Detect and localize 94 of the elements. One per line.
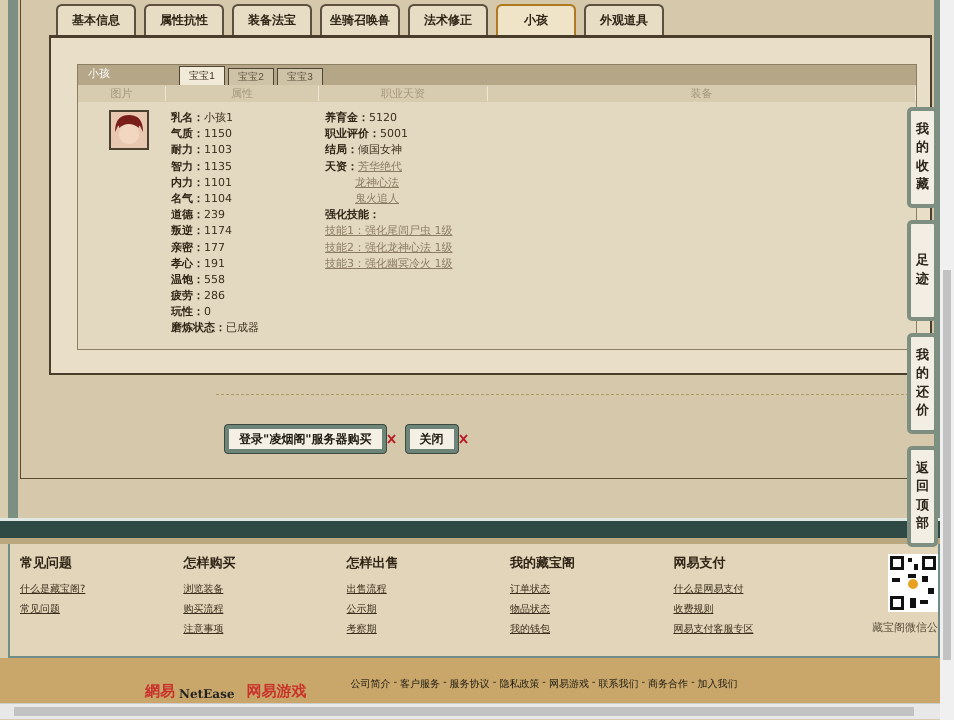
footer-link[interactable]: 什么是网易支付 [673,582,744,596]
tab[interactable]: 属性抗性 [144,4,224,35]
attribute-label: 名气： [171,190,204,207]
vertical-scrollbar[interactable] [940,0,954,720]
footer-link[interactable]: 我的钱包 [510,622,550,636]
link-separator: - [592,677,596,690]
footer-link[interactable]: 网易游戏 [548,677,589,691]
qr-code-icon [888,554,938,612]
footer-heading: 我的藏宝阁 [510,554,576,572]
logo-text: 網易 [145,682,175,702]
footer-link[interactable]: 注意事项 [183,622,224,636]
attribute-label: 耐力： [171,142,204,158]
panel-title: 小孩 [87,66,111,82]
attribute-label: 叛逆： [171,223,204,240]
attribute-value: 558 [204,272,225,288]
link-separator: - [542,677,546,690]
attribute-value: 1103 [204,142,232,158]
attribute-value: 1135 [204,158,232,175]
tab[interactable]: 基本信息 [56,4,136,35]
attribute-label: 亲密： [171,240,204,256]
link-separator: - [691,677,695,690]
horizontal-scrollbar[interactable] [0,703,940,719]
footer-link[interactable]: 联系我们 [598,677,639,691]
footer-link[interactable]: 出售流程 [346,582,387,596]
footer-link[interactable]: 服务协议 [450,677,490,691]
tab[interactable]: 坐骑召唤兽 [320,4,400,35]
attribute-value: 286 [204,288,225,304]
attribute-value: 1101 [204,174,232,191]
attribute-label: 乳名： [171,110,204,126]
footer-heading: 常见问题 [20,555,72,572]
attribute-value: 0 [204,304,211,320]
footer-heading: 怎样出售 [346,555,399,572]
link-separator: - [492,677,496,690]
attribute-value: 1150 [204,126,232,142]
attribute-label: 温饱： [171,272,204,288]
footer-link[interactable]: 商务合作 [648,677,688,691]
attribute-value: 已成器 [226,320,259,336]
link-separator: - [642,677,646,690]
tab[interactable]: 装备法宝 [232,4,312,35]
footer-link[interactable]: 订单状态 [510,582,550,596]
skills-label: 强化技能： [325,207,380,224]
footer-link[interactable]: 加入我们 [698,677,738,691]
side-button[interactable]: 返回顶部 [907,446,938,547]
attribute-value: 191 [204,256,225,272]
footer-link[interactable]: 客户服务 [400,677,440,691]
attribute-label: 气质： [171,126,204,142]
footer-link[interactable]: 常见问题 [20,602,60,616]
attribute-label: 孝心： [171,256,204,272]
attribute-value: 239 [204,207,225,224]
career-value: 倾国女神 [358,142,402,158]
tassel-icon [458,434,468,444]
footer-link[interactable]: 收费规则 [673,602,714,616]
career-label: 结局： [325,142,358,158]
footer-link[interactable]: 公示期 [346,602,377,616]
attribute-value: 177 [204,240,225,256]
footer-heading: 网易支付 [673,555,726,572]
footer-heading: 怎样购买 [183,555,236,572]
attribute-label: 内力： [171,174,204,191]
logo-text: 网易游戏 [246,682,306,702]
career-label: 职业评价： [325,126,380,142]
link-separator: - [443,677,447,690]
attribute-value: 1104 [204,190,232,207]
attribute-value: 小孩1 [204,110,233,126]
career-value: 5001 [380,126,408,142]
action-button[interactable]: 登录"凌烟阁"服务器购买 [225,425,386,453]
qr-caption: 藏宝阁微信公 [872,620,938,635]
tab[interactable]: 法术修正 [408,4,488,35]
link-separator: - [393,677,398,690]
child-tab[interactable]: 宝宝1 [179,66,225,85]
action-button[interactable]: 关闭 [406,425,458,453]
footer-link[interactable]: 购买流程 [183,602,224,616]
attribute-label: 智力： [171,158,204,175]
tab[interactable]: 外观道具 [584,4,664,35]
attribute-label: 玩性： [171,304,204,320]
footer-link[interactable]: 隐私政策 [499,677,540,691]
footer-link[interactable]: 浏览装备 [183,582,224,596]
logo-text: NetEase [179,687,234,703]
talent-label: 天资： [325,158,358,175]
footer-link[interactable]: 物品状态 [510,602,550,616]
footer-link[interactable]: 考察期 [346,622,377,636]
child-tab[interactable]: 宝宝3 [277,68,323,85]
child-tab[interactable]: 宝宝2 [228,68,274,85]
attribute-label: 磨炼状态： [171,320,226,336]
avatar-icon [108,110,148,150]
career-label: 养育金： [325,110,369,126]
footer-link[interactable]: 网易支付客服专区 [673,622,754,636]
tab[interactable]: 小孩 [496,4,576,35]
attribute-label: 疲劳： [171,288,204,304]
tassel-icon [386,434,396,444]
footer-link[interactable]: 公司简介 [350,677,390,691]
attribute-label: 道德： [171,207,204,224]
footer-link[interactable]: 什么是藏宝阁? [20,582,86,596]
career-value: 5120 [369,110,397,126]
attribute-value: 1174 [204,223,232,240]
